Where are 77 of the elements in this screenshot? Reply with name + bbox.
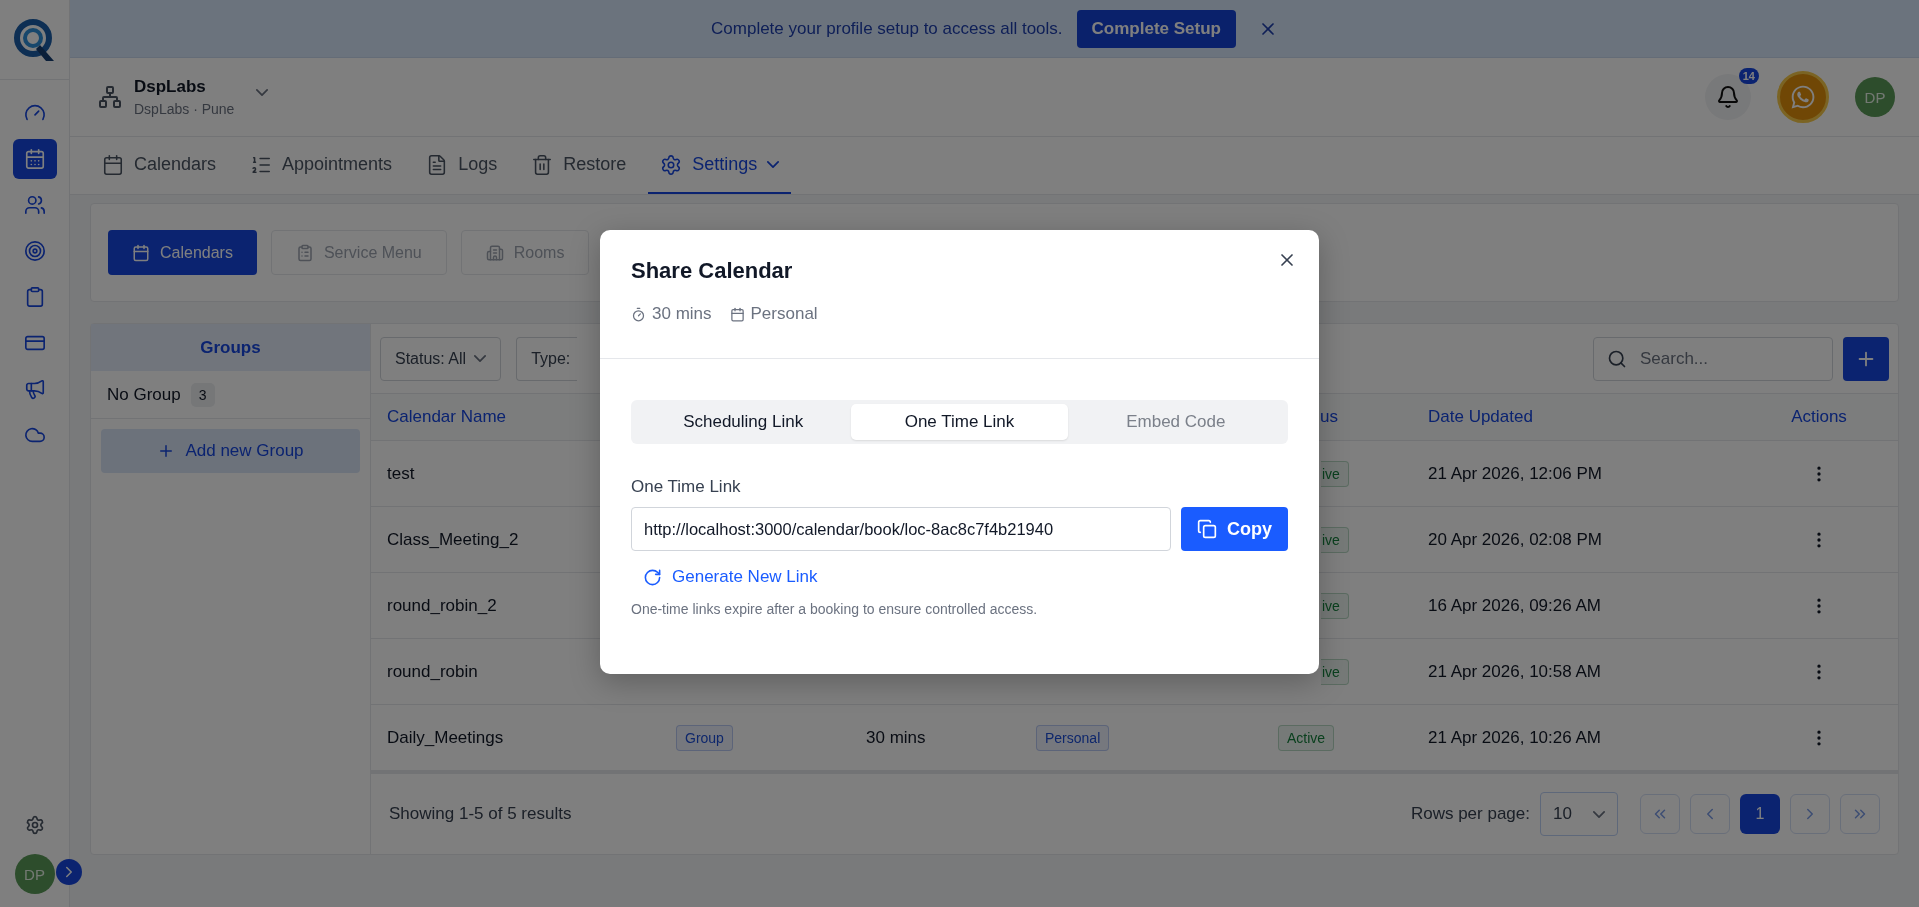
nav-tab[interactable]: Appointments — [238, 137, 405, 194]
megaphone-icon — [23, 378, 46, 400]
nav-tab[interactable]: Logs — [414, 137, 510, 194]
users-icon — [23, 194, 46, 216]
rows-per-page-select[interactable]: 10 — [1540, 792, 1618, 836]
meta-text: 30 mins — [652, 304, 712, 324]
groups-title: Groups — [91, 324, 370, 371]
calendar-icon — [729, 306, 745, 322]
sub-tab[interactable]: Calendars — [108, 230, 257, 275]
trash-icon — [531, 153, 554, 176]
copy-icon — [1197, 519, 1217, 539]
chevron-down-icon — [1593, 810, 1605, 818]
filter-dropdown[interactable]: Status: All — [380, 336, 502, 381]
target-icon — [23, 240, 46, 262]
expand-button[interactable] — [56, 859, 82, 885]
filter-dropdown[interactable]: Type: — [516, 336, 578, 381]
whatsapp-button[interactable] — [1777, 71, 1829, 123]
page-button[interactable]: 1 — [1740, 794, 1780, 834]
nav-tab[interactable]: Settings — [648, 137, 792, 194]
table-cell: 30 mins — [866, 727, 926, 748]
help-text: One-time links expire after a booking to ensure controlled access. — [631, 601, 1039, 617]
table-cell: round_robin — [387, 661, 478, 682]
add-group-button[interactable]: Add new Group — [101, 429, 360, 473]
link-tab[interactable]: Scheduling Link — [635, 404, 852, 440]
search-icon — [1607, 348, 1627, 369]
search-field[interactable]: Search... — [1593, 336, 1833, 381]
add-button[interactable] — [1843, 336, 1889, 381]
whatsapp-icon — [1790, 84, 1816, 110]
link-field[interactable]: http://localhost:3000/calendar/book/loc-8ac8c7f4b21940 — [631, 507, 1171, 551]
complete-setup-button[interactable]: Complete Setup — [1076, 9, 1236, 48]
bell-icon — [1716, 85, 1740, 109]
chevron-down-icon — [474, 355, 487, 362]
chevron-down-icon — [767, 161, 780, 168]
calendar-icon — [23, 148, 46, 170]
table-cell: 16 Apr 2026, 09:26 AM — [1428, 595, 1601, 616]
table-cell: 20 Apr 2026, 02:08 PM — [1428, 529, 1602, 550]
rows-per-page-label: Rows per page: — [1410, 804, 1530, 824]
refresh-icon — [643, 567, 662, 587]
table-cell: 21 Apr 2026, 10:58 AM — [1428, 661, 1601, 682]
notification-count: 14 — [1738, 68, 1759, 84]
field-label: One Time Link — [631, 477, 742, 497]
table-cell: test — [387, 463, 415, 484]
clipboard-icon — [295, 243, 314, 262]
table-cell: 21 Apr 2026, 10:26 AM — [1428, 727, 1601, 748]
org-location: DspLabs · Pune — [134, 101, 235, 117]
banner-message: Complete your profile setup to access all tools. — [711, 18, 1063, 39]
settings-icon — [24, 815, 45, 835]
table-cell: Daily_Meetings — [387, 727, 504, 748]
group-count: 3 — [190, 382, 215, 407]
nav-tab[interactable]: Calendars — [90, 137, 229, 194]
copy-button[interactable]: Copy — [1181, 507, 1288, 551]
chevron-down-icon — [256, 88, 269, 96]
user-avatar[interactable]: DP — [14, 854, 55, 894]
dialog-title: Share Calendar — [631, 258, 794, 284]
group-item[interactable]: No Group 3 — [91, 371, 370, 419]
calendar-icon — [132, 243, 150, 262]
table-cell: round_robin_2 — [387, 595, 497, 616]
calendar-icon — [102, 153, 124, 176]
column-header: Date Updated — [1428, 407, 1533, 427]
table-cell: Class_Meeting_2 — [387, 529, 519, 550]
group-label: No Group — [107, 384, 181, 405]
column-header: us — [1320, 407, 1338, 427]
timer-icon — [631, 306, 646, 322]
column-header: Calendar Name — [387, 407, 507, 427]
user-avatar[interactable]: DP — [1855, 77, 1895, 117]
sidebar-item[interactable] — [12, 139, 57, 179]
org-name: DspLabs — [134, 77, 207, 97]
generate-link-button[interactable]: Generate New Link — [643, 563, 818, 591]
table-cell: 21 Apr 2026, 12:06 PM — [1428, 463, 1602, 484]
column-header: Actions — [1791, 407, 1847, 427]
nav-tab[interactable]: Restore — [519, 137, 639, 194]
building-icon — [485, 243, 504, 262]
link-tab[interactable]: One Time Link — [851, 404, 1068, 440]
results-summary: Showing 1-5 of 5 results — [389, 804, 572, 824]
meta-text: Personal — [750, 304, 818, 324]
org-icon — [98, 85, 122, 109]
settings-icon — [660, 153, 683, 176]
